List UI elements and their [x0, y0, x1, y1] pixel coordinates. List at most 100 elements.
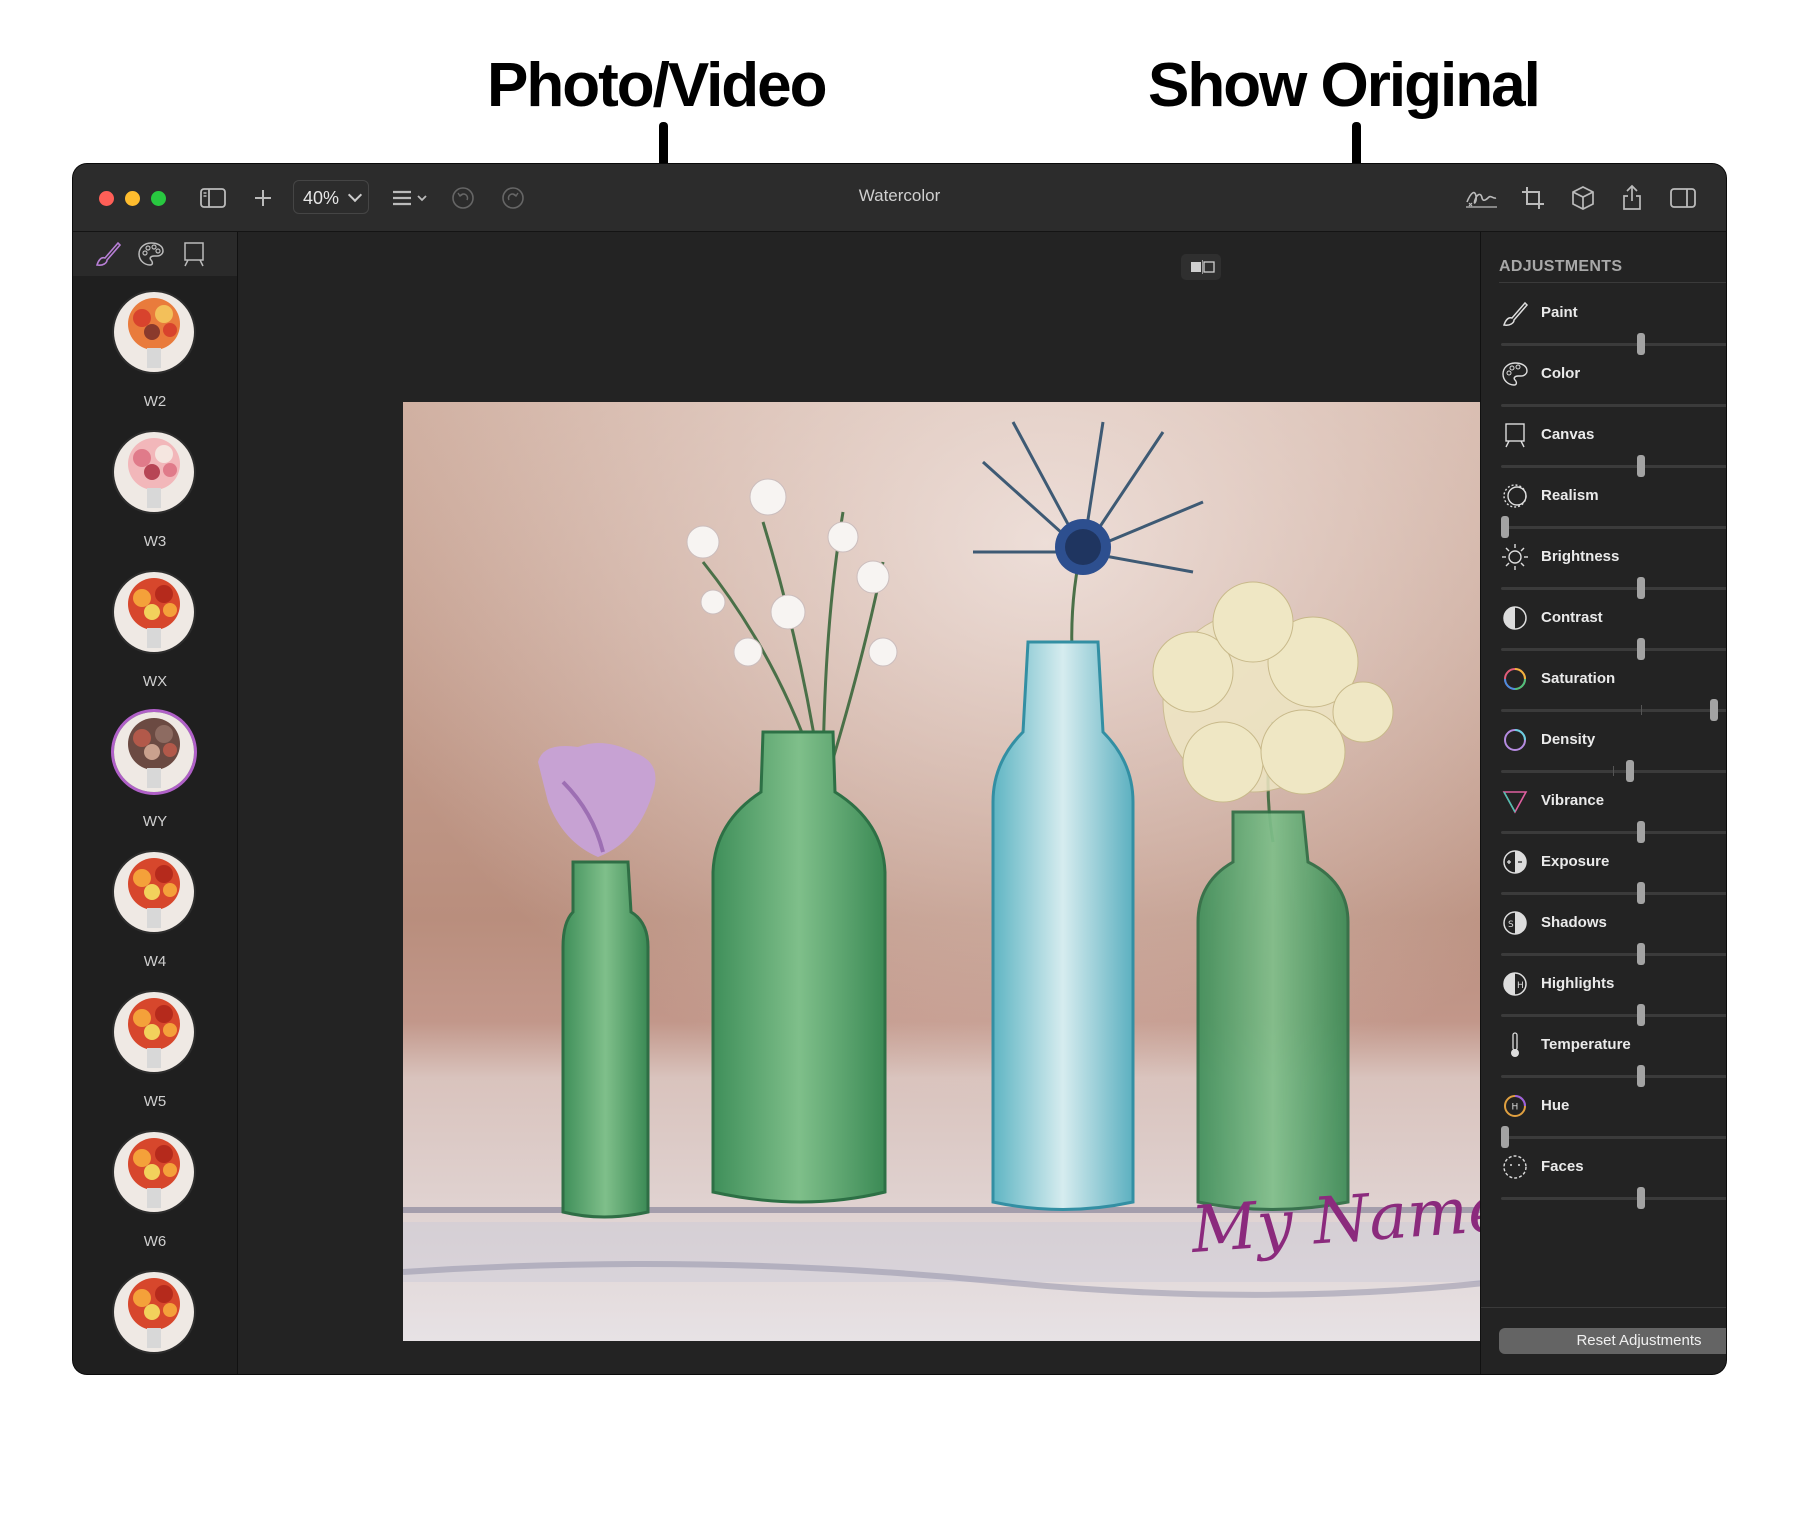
adjustments-footer: Reset Adjustments: [1481, 1307, 1726, 1374]
adjustment-slider[interactable]: [1501, 1126, 1726, 1148]
style-thumbnail-label: WX: [142, 673, 168, 690]
app-window: 40% Watercolor W2 W3 WX WY W4 W5 W6 My N…: [73, 164, 1726, 1374]
style-thumbnail-label: W2: [143, 393, 167, 410]
svg-text:H: H: [1512, 1103, 1519, 1113]
style-preview-image: [114, 712, 194, 792]
style-thumbnail[interactable]: W6: [73, 1132, 237, 1272]
inspector-toggle-icon[interactable]: [1667, 182, 1699, 214]
3d-box-icon[interactable]: [1567, 182, 1599, 214]
adjustment-label: Faces: [1541, 1158, 1584, 1175]
adjustment-temperature: Temperature: [1499, 1031, 1726, 1101]
adjustment-realism: Realism: [1499, 482, 1726, 552]
adjustment-label: Canvas: [1541, 426, 1595, 443]
adjustment-label: Highlights: [1541, 975, 1615, 992]
saturation-icon: [1504, 668, 1526, 690]
adjustment-hue: H Hue: [1499, 1092, 1726, 1162]
adjustment-label: Hue: [1541, 1097, 1570, 1114]
reset-adjustments-button[interactable]: Reset Adjustments: [1499, 1328, 1726, 1354]
easel-icon[interactable]: [179, 239, 209, 269]
slider-thumb[interactable]: [1501, 516, 1509, 538]
adjustment-slider[interactable]: [1501, 760, 1726, 782]
adjustment-label: Realism: [1541, 487, 1599, 504]
adjustment-slider[interactable]: [1501, 333, 1726, 355]
slider-thumb[interactable]: [1637, 882, 1645, 904]
style-thumbnail[interactable]: [73, 1272, 237, 1374]
style-preview-image: [114, 992, 194, 1072]
slider-thumb[interactable]: [1637, 333, 1645, 355]
adjustment-brightness: Brightness: [1499, 543, 1726, 613]
slider-thumb[interactable]: [1637, 821, 1645, 843]
adjustment-label: Exposure: [1541, 853, 1610, 870]
adjustment-slider[interactable]: [1501, 1004, 1726, 1026]
svg-text:H: H: [1517, 981, 1524, 991]
adjustment-label: Temperature: [1541, 1036, 1631, 1053]
adjustment-canvas: Canvas: [1499, 421, 1726, 491]
brush-icon[interactable]: [93, 239, 123, 269]
adjustment-slider[interactable]: [1501, 404, 1726, 407]
adjustments-panel: ADJUSTMENTS Paint Color Canvas Realism Brigh…: [1480, 232, 1726, 1374]
style-preview-image: [114, 1132, 194, 1212]
adjustment-slider[interactable]: [1501, 699, 1726, 721]
adjustment-label: Vibrance: [1541, 792, 1605, 809]
thermometer-icon: [1511, 1032, 1519, 1057]
realism-icon: [1503, 484, 1527, 508]
slider-thumb[interactable]: [1625, 760, 1634, 782]
adjustment-shadows: S Shadows: [1499, 909, 1726, 979]
style-thumbnail[interactable]: W3: [73, 432, 237, 572]
watercolor-photo[interactable]: My Name: [403, 402, 1571, 1341]
adjustment-exposure: Exposure: [1499, 848, 1726, 918]
adjustment-slider[interactable]: [1501, 821, 1726, 843]
adjustment-slider[interactable]: [1501, 1187, 1726, 1209]
adjustment-label: Contrast: [1541, 609, 1603, 626]
slider-default-tick: [1641, 705, 1642, 715]
watercolor-painting: My Name: [403, 402, 1571, 1341]
shadows-icon: S: [1503, 911, 1527, 935]
adjustment-vibrance: Vibrance: [1499, 787, 1726, 857]
hue-icon: H: [1504, 1095, 1526, 1117]
styles-panel: W1W2W3WXWYW4W5W6: [73, 232, 238, 1374]
slider-thumb[interactable]: [1637, 577, 1645, 599]
mode-tabs: [73, 232, 237, 276]
style-thumbnail-label: W6: [143, 1233, 167, 1250]
style-thumbnail[interactable]: W2: [73, 292, 237, 432]
style-thumbnail[interactable]: W4: [73, 852, 237, 992]
signature-icon[interactable]: [1461, 182, 1501, 214]
style-thumbnail[interactable]: WY: [73, 712, 237, 852]
slider-thumb[interactable]: [1501, 1126, 1509, 1148]
density-icon: [1504, 729, 1526, 751]
adjustment-paint: Paint: [1499, 299, 1726, 369]
adjustment-slider[interactable]: [1501, 1065, 1726, 1087]
palette-icon[interactable]: [136, 239, 166, 269]
slider-thumb[interactable]: [1637, 943, 1645, 965]
slider-thumb[interactable]: [1637, 1004, 1645, 1026]
highlights-icon: H: [1503, 972, 1527, 996]
style-preview-image: [114, 432, 194, 512]
style-thumbnail[interactable]: W5: [73, 992, 237, 1132]
style-thumbnail[interactable]: WX: [73, 572, 237, 712]
style-thumbnail-label: W4: [143, 953, 167, 970]
slider-thumb[interactable]: [1637, 638, 1645, 660]
brush-icon: [1503, 301, 1529, 326]
adjustment-slider[interactable]: [1501, 455, 1726, 477]
contrast-icon: [1503, 606, 1527, 630]
adjustment-slider[interactable]: [1501, 638, 1726, 660]
slider-thumb[interactable]: [1709, 699, 1718, 721]
adjustment-slider[interactable]: [1501, 516, 1726, 538]
share-icon[interactable]: [1616, 182, 1648, 214]
divider: [1499, 282, 1726, 283]
style-thumbnail-label: WY: [142, 813, 168, 830]
easel-icon: [1505, 423, 1525, 448]
slider-thumb[interactable]: [1637, 1187, 1645, 1209]
slider-thumb[interactable]: [1637, 1065, 1645, 1087]
adjustment-slider[interactable]: [1501, 577, 1726, 599]
title-bar: 40% Watercolor: [73, 164, 1726, 232]
adjustment-label: Saturation: [1541, 670, 1616, 687]
adjustment-slider[interactable]: [1501, 882, 1726, 904]
slider-default-tick: [1613, 766, 1614, 776]
callout-photo-video: Photo/Video: [487, 51, 828, 120]
adjustment-slider[interactable]: [1501, 943, 1726, 965]
slider-thumb[interactable]: [1637, 455, 1645, 477]
crop-icon[interactable]: [1517, 182, 1549, 214]
show-original-button[interactable]: [1181, 254, 1221, 280]
adjustments-header: ADJUSTMENTS: [1499, 258, 1623, 275]
